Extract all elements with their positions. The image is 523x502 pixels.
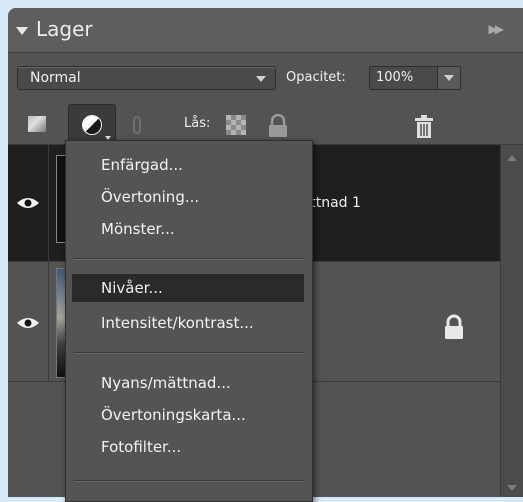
- lock-transparent-icon[interactable]: [226, 115, 246, 135]
- menu-item-brightness-contrast[interactable]: Intensitet/kontrast...: [66, 309, 312, 337]
- adjustment-layer-menu: Enfärgad... Övertoning... Mönster... Niv…: [65, 140, 313, 502]
- menu-item-hue-saturation[interactable]: Nyans/mättnad...: [66, 369, 312, 397]
- layers-scrollbar[interactable]: [500, 145, 523, 497]
- menu-divider: [74, 480, 304, 481]
- menu-item-gradient-map[interactable]: Övertoningskarta...: [66, 401, 312, 429]
- panel-title: Lager: [36, 17, 93, 41]
- opacity-field[interactable]: 100%: [369, 66, 461, 90]
- menu-item-gradient[interactable]: Övertoning...: [66, 183, 312, 211]
- lock-icon: [445, 314, 463, 339]
- link-icon[interactable]: [133, 116, 141, 134]
- adjustment-layer-icon: [82, 115, 102, 135]
- lock-label: Lås:: [184, 116, 211, 131]
- panel-menu-icon[interactable]: ▶▶: [489, 22, 505, 36]
- collapse-triangle-icon[interactable]: [16, 27, 28, 35]
- menu-item-photo-filter[interactable]: Fotofilter...: [66, 433, 312, 461]
- menu-divider: [74, 352, 304, 353]
- blend-mode-value: Normal: [30, 70, 81, 86]
- chevron-down-icon: [444, 75, 454, 81]
- trash-icon[interactable]: [413, 115, 435, 139]
- menu-item-pattern[interactable]: Mönster...: [66, 215, 312, 243]
- blend-mode-dropdown[interactable]: Normal: [17, 66, 276, 90]
- menu-item-solid-color[interactable]: Enfärgad...: [66, 151, 312, 179]
- visibility-cell[interactable]: [8, 145, 49, 261]
- chevron-down-icon: [256, 76, 266, 82]
- opacity-label: Opacitet:: [286, 70, 346, 85]
- eye-icon[interactable]: [16, 316, 40, 330]
- scroll-up-icon[interactable]: [507, 155, 517, 161]
- lock-all-icon[interactable]: [266, 114, 290, 138]
- menu-item-levels[interactable]: Nivåer...: [72, 274, 304, 302]
- scroll-down-icon[interactable]: [507, 485, 517, 491]
- opacity-dropdown-button[interactable]: [437, 67, 460, 89]
- blend-opacity-row: Normal Opacitet: 100%: [8, 58, 523, 98]
- layer-tools-row: Lås:: [8, 102, 523, 146]
- visibility-cell[interactable]: [8, 262, 49, 381]
- menu-divider: [74, 258, 304, 259]
- new-layer-icon[interactable]: [28, 116, 46, 132]
- eye-icon[interactable]: [16, 196, 40, 210]
- panel-header[interactable]: Lager ▶▶: [8, 8, 523, 53]
- opacity-value: 100%: [376, 70, 414, 85]
